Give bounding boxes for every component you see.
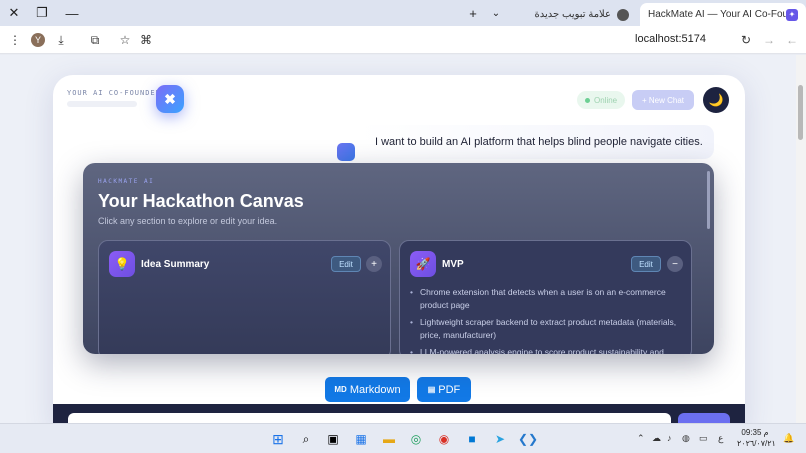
minimize-window-icon[interactable]: — [62,4,82,22]
vscode-icon[interactable]: ❮❯ [518,430,538,448]
store-icon[interactable]: ■ [463,430,481,448]
new-tab-button[interactable]: + [463,4,483,22]
chrome-icon [617,8,629,21]
chat-input[interactable] [68,413,671,423]
tray-chevron-icon[interactable]: ⌃ [637,433,645,444]
address-bar-url[interactable]: localhost:5174 [635,33,706,45]
markdown-icon: MD [334,385,347,394]
bulb-icon: 💡 [109,251,135,277]
export-markdown-label: Markdown [349,383,401,396]
export-markdown-button[interactable]: MD Markdown [325,377,410,402]
translate-icon[interactable]: ⌘ [137,31,155,49]
rocket-icon: 🚀 [410,251,436,277]
download-icon[interactable]: ⤓ [52,31,70,49]
reload-icon[interactable]: ↻ [737,31,755,49]
edge-icon[interactable]: ◎ [407,430,425,448]
scrollbar-thumb[interactable] [798,85,803,140]
tab-new-tab[interactable]: علامة تبويب جديدة [500,3,635,26]
forward-icon[interactable]: → [760,31,778,49]
restore-window-icon[interactable]: ❐ [32,4,52,22]
windows-start-icon[interactable]: ⊞ [269,430,287,448]
section-idea-summary[interactable]: 💡 Idea Summary Edit + [98,240,391,354]
browser-toolbar: ⋮ Y ⤓ ⧉ ☆ ⌘ localhost:5174 ↻ → ← [0,26,806,54]
tab-title: علامة تبويب جديدة [534,9,611,20]
notifications-icon[interactable]: 🔔 [783,433,794,444]
theme-toggle-moon-icon[interactable]: 🌙 [703,87,729,113]
tagline-placeholder [67,101,137,107]
bookmark-star-icon[interactable]: ☆ [116,31,134,49]
close-window-icon[interactable]: ✕ [4,4,24,22]
edit-button[interactable]: Edit [631,256,661,272]
section-title: MVP [442,259,464,270]
chat-input-bar [53,404,745,423]
menu-dots-icon[interactable]: ⋮ [6,31,24,49]
edit-button[interactable]: Edit [331,256,361,272]
export-pdf-label: PDF [438,383,461,396]
telegram-icon[interactable]: ➤ [491,430,509,448]
app-logo-icon: ✖ [156,85,184,113]
new-chat-button[interactable]: + New Chat [632,90,694,110]
status-label: Online [594,95,618,105]
hackathon-canvas-panel: HACKMATE AI Your Hackathon Canvas Click … [83,163,714,354]
canvas-title: Your Hackathon Canvas [98,191,304,211]
canvas-kicker: HACKMATE AI [98,178,155,185]
mvp-bullet-list: Chrome extension that detects when a use… [410,286,690,354]
canvas-subtitle: Click any section to explore or edit you… [98,216,278,226]
status-dot-icon [585,97,590,103]
page-scrollbar[interactable] [796,55,806,423]
file-explorer-icon[interactable]: ▬ [380,430,398,448]
list-item: LLM-powered analysis engine to score pro… [410,346,690,354]
user-message-bubble: I want to build an AI platform that help… [359,125,714,159]
battery-icon[interactable]: ▭ [699,433,708,444]
browser-tabstrip: ✕ ❐ — + ⌄ علامة تبويب جديدة HackMate AI … [0,0,806,26]
onedrive-icon[interactable]: ☁ [652,433,661,444]
tagline: YOUR AI CO-FOUNDER [67,89,161,97]
tab-hackmate[interactable]: HackMate AI — Your AI Co-Fou ✦ [640,3,806,26]
export-pdf-button[interactable]: ▤ PDF [417,377,471,402]
section-title: Idea Summary [141,259,210,270]
back-icon[interactable]: ← [783,31,801,49]
user-message-text: I want to build an AI platform that help… [375,136,703,148]
clock[interactable]: 09:35 م ٢٠٢٦/٠٧/٢١ [737,427,776,449]
tab-title: HackMate AI — Your AI Co-Fou [648,9,786,20]
clock-date: ٢٠٢٦/٠٧/٢١ [737,439,776,448]
profile-avatar[interactable]: Y [31,33,45,47]
windows-taskbar: ⊞ ⌕ ▣ ▦ ▬ ◎ ◉ ■ ➤ ❮❯ ⌃ ☁ ♪ ◍ ▭ ع 09:35 م… [0,423,806,453]
clock-time: 09:35 م [741,428,769,437]
extensions-icon[interactable]: ⧉ [86,31,104,49]
expand-button[interactable]: + [366,256,382,272]
canvas-scrollbar[interactable] [707,171,710,229]
send-button[interactable] [678,413,730,423]
chrome-icon[interactable]: ◉ [435,430,453,448]
language-indicator[interactable]: ع [718,433,723,444]
search-icon[interactable]: ⌕ [297,430,315,448]
list-item: Chrome extension that detects when a use… [410,286,690,312]
volume-icon[interactable]: ♪ [667,433,672,443]
user-avatar-icon [337,143,355,161]
network-icon[interactable]: ◍ [682,433,690,444]
task-view-icon[interactable]: ▣ [324,430,342,448]
section-mvp[interactable]: 🚀 MVP Edit − Chrome extension that detec… [399,240,692,354]
list-item: Lightweight scraper backend to extract p… [410,316,690,342]
hackmate-favicon-icon: ✦ [786,8,798,21]
status-badge: Online [577,91,626,109]
collapse-button[interactable]: − [667,256,683,272]
widgets-icon[interactable]: ▦ [352,430,370,448]
document-icon: ▤ [427,385,436,394]
